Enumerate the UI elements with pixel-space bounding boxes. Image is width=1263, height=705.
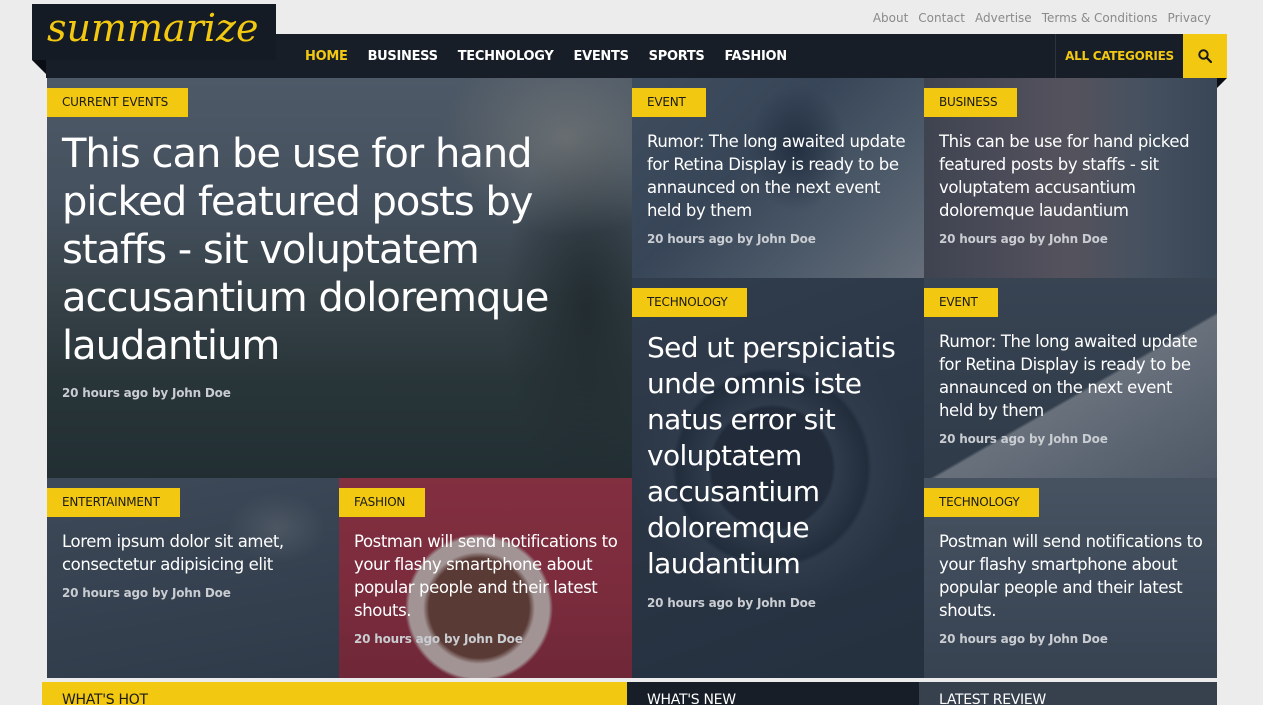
top-links: About Contact Advertise Terms & Conditio… bbox=[873, 11, 1211, 25]
post-meta: 20 hours ago by John Doe bbox=[647, 232, 816, 246]
post-meta: 20 hours ago by John Doe bbox=[939, 632, 1108, 646]
post-title[interactable]: Rumor: The long awaited update for Retin… bbox=[939, 330, 1207, 422]
category-tag[interactable]: EVENT bbox=[632, 88, 706, 117]
post-card[interactable]: EVENT Rumor: The long awaited update for… bbox=[924, 278, 1217, 478]
nav-item-fashion[interactable]: FASHION bbox=[724, 49, 787, 64]
post-meta: 20 hours ago by John Doe bbox=[62, 386, 231, 400]
top-link-terms[interactable]: Terms & Conditions bbox=[1042, 11, 1158, 25]
post-card[interactable]: EVENT Rumor: The long awaited update for… bbox=[632, 78, 924, 278]
nav-menu: HOME BUSINESS TECHNOLOGY EVENTS SPORTS F… bbox=[305, 34, 787, 78]
post-meta: 20 hours ago by John Doe bbox=[939, 432, 1108, 446]
post-meta: 20 hours ago by John Doe bbox=[62, 586, 231, 600]
search-icon bbox=[1198, 49, 1212, 63]
post-title[interactable]: This can be use for hand picked featured… bbox=[939, 130, 1207, 222]
post-title[interactable]: Rumor: The long awaited update for Retin… bbox=[647, 130, 915, 222]
nav-item-events[interactable]: EVENTS bbox=[574, 49, 629, 64]
nav-item-sports[interactable]: SPORTS bbox=[649, 49, 705, 64]
nav-item-technology[interactable]: TECHNOLOGY bbox=[458, 49, 554, 64]
post-title[interactable]: Lorem ipsum dolor sit amet, consectetur … bbox=[62, 530, 330, 576]
post-card[interactable]: BUSINESS This can be use for hand picked… bbox=[924, 78, 1217, 278]
top-link-advertise[interactable]: Advertise bbox=[975, 11, 1032, 25]
section-latest-review: LATEST REVIEW bbox=[919, 682, 1217, 705]
top-link-privacy[interactable]: Privacy bbox=[1168, 11, 1211, 25]
section-whats-new: WHAT'S NEW bbox=[627, 682, 919, 705]
top-link-about[interactable]: About bbox=[873, 11, 908, 25]
all-categories-button[interactable]: ALL CATEGORIES bbox=[1055, 34, 1183, 78]
top-link-contact[interactable]: Contact bbox=[918, 11, 965, 25]
post-meta: 20 hours ago by John Doe bbox=[647, 596, 816, 610]
post-card[interactable]: FASHION Postman will send notifications … bbox=[339, 478, 632, 678]
nav-item-home[interactable]: HOME bbox=[305, 49, 348, 64]
nav-item-business[interactable]: BUSINESS bbox=[368, 49, 438, 64]
site-logo[interactable]: summarize bbox=[32, 4, 276, 60]
section-whats-hot: WHAT'S HOT bbox=[42, 682, 627, 705]
search-button[interactable] bbox=[1183, 34, 1227, 78]
category-tag[interactable]: ENTERTAINMENT bbox=[47, 488, 180, 517]
section-title: WHAT'S NEW bbox=[647, 692, 736, 705]
post-meta: 20 hours ago by John Doe bbox=[354, 632, 523, 646]
category-tag[interactable]: EVENT bbox=[924, 288, 998, 317]
category-tag[interactable]: TECHNOLOGY bbox=[924, 488, 1040, 517]
logo-fold bbox=[32, 60, 46, 74]
section-title: WHAT'S HOT bbox=[62, 692, 148, 705]
featured-post-main[interactable]: CURRENT EVENTS This can be use for hand … bbox=[47, 78, 632, 478]
post-title[interactable]: Postman will send notifications to your … bbox=[354, 530, 622, 622]
post-meta: 20 hours ago by John Doe bbox=[939, 232, 1108, 246]
post-card[interactable]: TECHNOLOGY Sed ut perspiciatis unde omni… bbox=[632, 278, 924, 678]
nav-fold bbox=[1217, 78, 1227, 88]
category-tag[interactable]: FASHION bbox=[339, 488, 426, 517]
post-card[interactable]: TECHNOLOGY Postman will send notificatio… bbox=[924, 478, 1217, 678]
category-tag[interactable]: TECHNOLOGY bbox=[632, 288, 748, 317]
category-tag[interactable]: BUSINESS bbox=[924, 88, 1018, 117]
logo-text: summarize bbox=[47, 6, 259, 50]
post-title[interactable]: This can be use for hand picked featured… bbox=[62, 130, 622, 370]
category-tag[interactable]: CURRENT EVENTS bbox=[47, 88, 189, 117]
section-title: LATEST REVIEW bbox=[939, 692, 1046, 705]
post-card[interactable]: ENTERTAINMENT Lorem ipsum dolor sit amet… bbox=[47, 478, 339, 678]
post-title[interactable]: Postman will send notifications to your … bbox=[939, 530, 1207, 622]
post-title[interactable]: Sed ut perspiciatis unde omnis iste natu… bbox=[647, 330, 897, 582]
